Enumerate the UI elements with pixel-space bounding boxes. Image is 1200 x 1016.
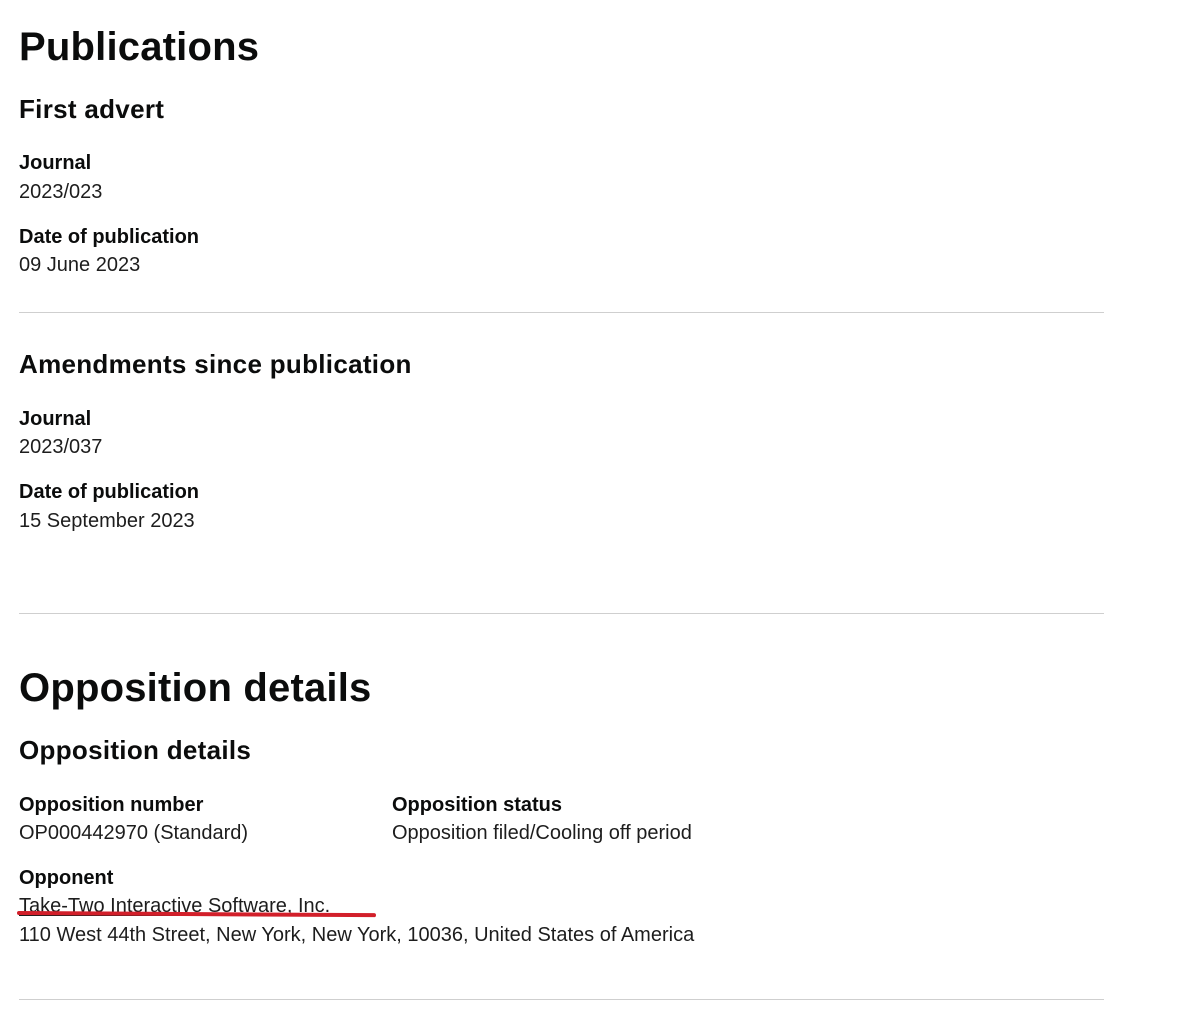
amendments-journal-label: Journal [19, 408, 92, 430]
opponent-address: 110 West 44th Street, New York, New York… [19, 924, 695, 946]
publications-heading: Publications [19, 25, 260, 69]
opposition-heading: Opposition details [19, 666, 372, 710]
section-divider [19, 312, 1104, 313]
first-advert-journal-value: 2023/023 [19, 181, 103, 203]
opposition-number-label: Opposition number [19, 794, 204, 816]
first-advert-journal-label: Journal [19, 152, 92, 174]
section-divider [19, 999, 1104, 1000]
amendments-heading: Amendments since publication [19, 349, 412, 379]
first-advert-date-label: Date of publication [19, 226, 199, 248]
opponent-label: Opponent [19, 867, 114, 889]
opposition-number-value: OP000442970 (Standard) [19, 822, 249, 844]
amendments-journal-value: 2023/037 [19, 436, 103, 458]
opposition-subheading: Opposition details [19, 735, 252, 765]
amendments-date-label: Date of publication [19, 481, 199, 503]
section-divider [19, 613, 1104, 614]
first-advert-date-value: 09 June 2023 [19, 254, 141, 276]
first-advert-heading: First advert [19, 94, 165, 124]
amendments-date-value: 15 September 2023 [19, 510, 195, 532]
opposition-status-value: Opposition filed/Cooling off period [392, 822, 692, 844]
opposition-status-label: Opposition status [392, 794, 562, 816]
